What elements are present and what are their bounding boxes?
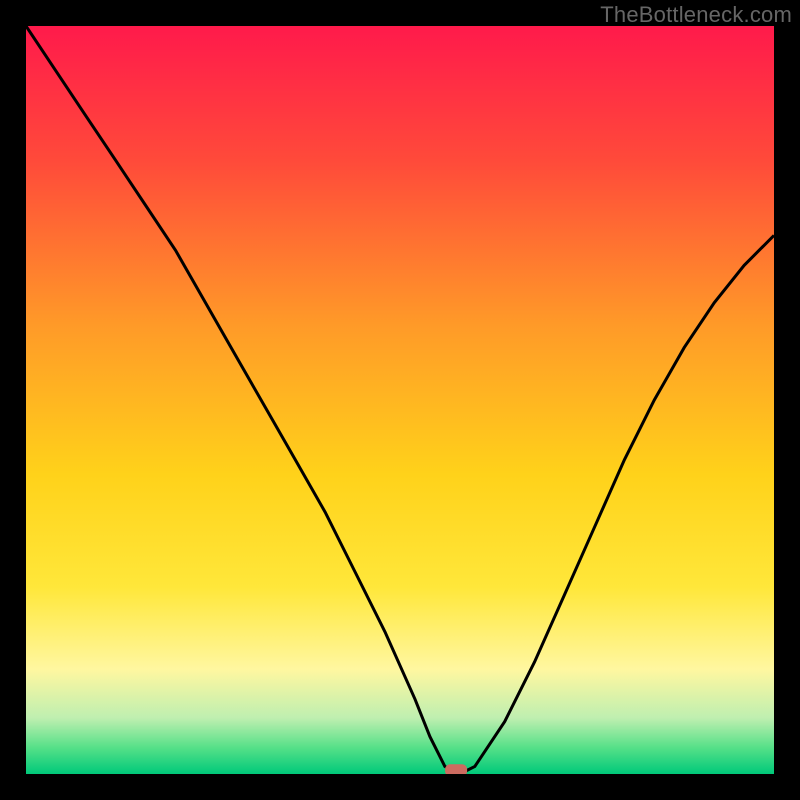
bottleneck-chart	[26, 26, 774, 774]
gradient-background	[26, 26, 774, 774]
plot-area	[26, 26, 774, 774]
chart-frame: TheBottleneck.com	[0, 0, 800, 800]
optimal-point-marker	[445, 764, 467, 774]
watermark-text: TheBottleneck.com	[600, 2, 792, 28]
